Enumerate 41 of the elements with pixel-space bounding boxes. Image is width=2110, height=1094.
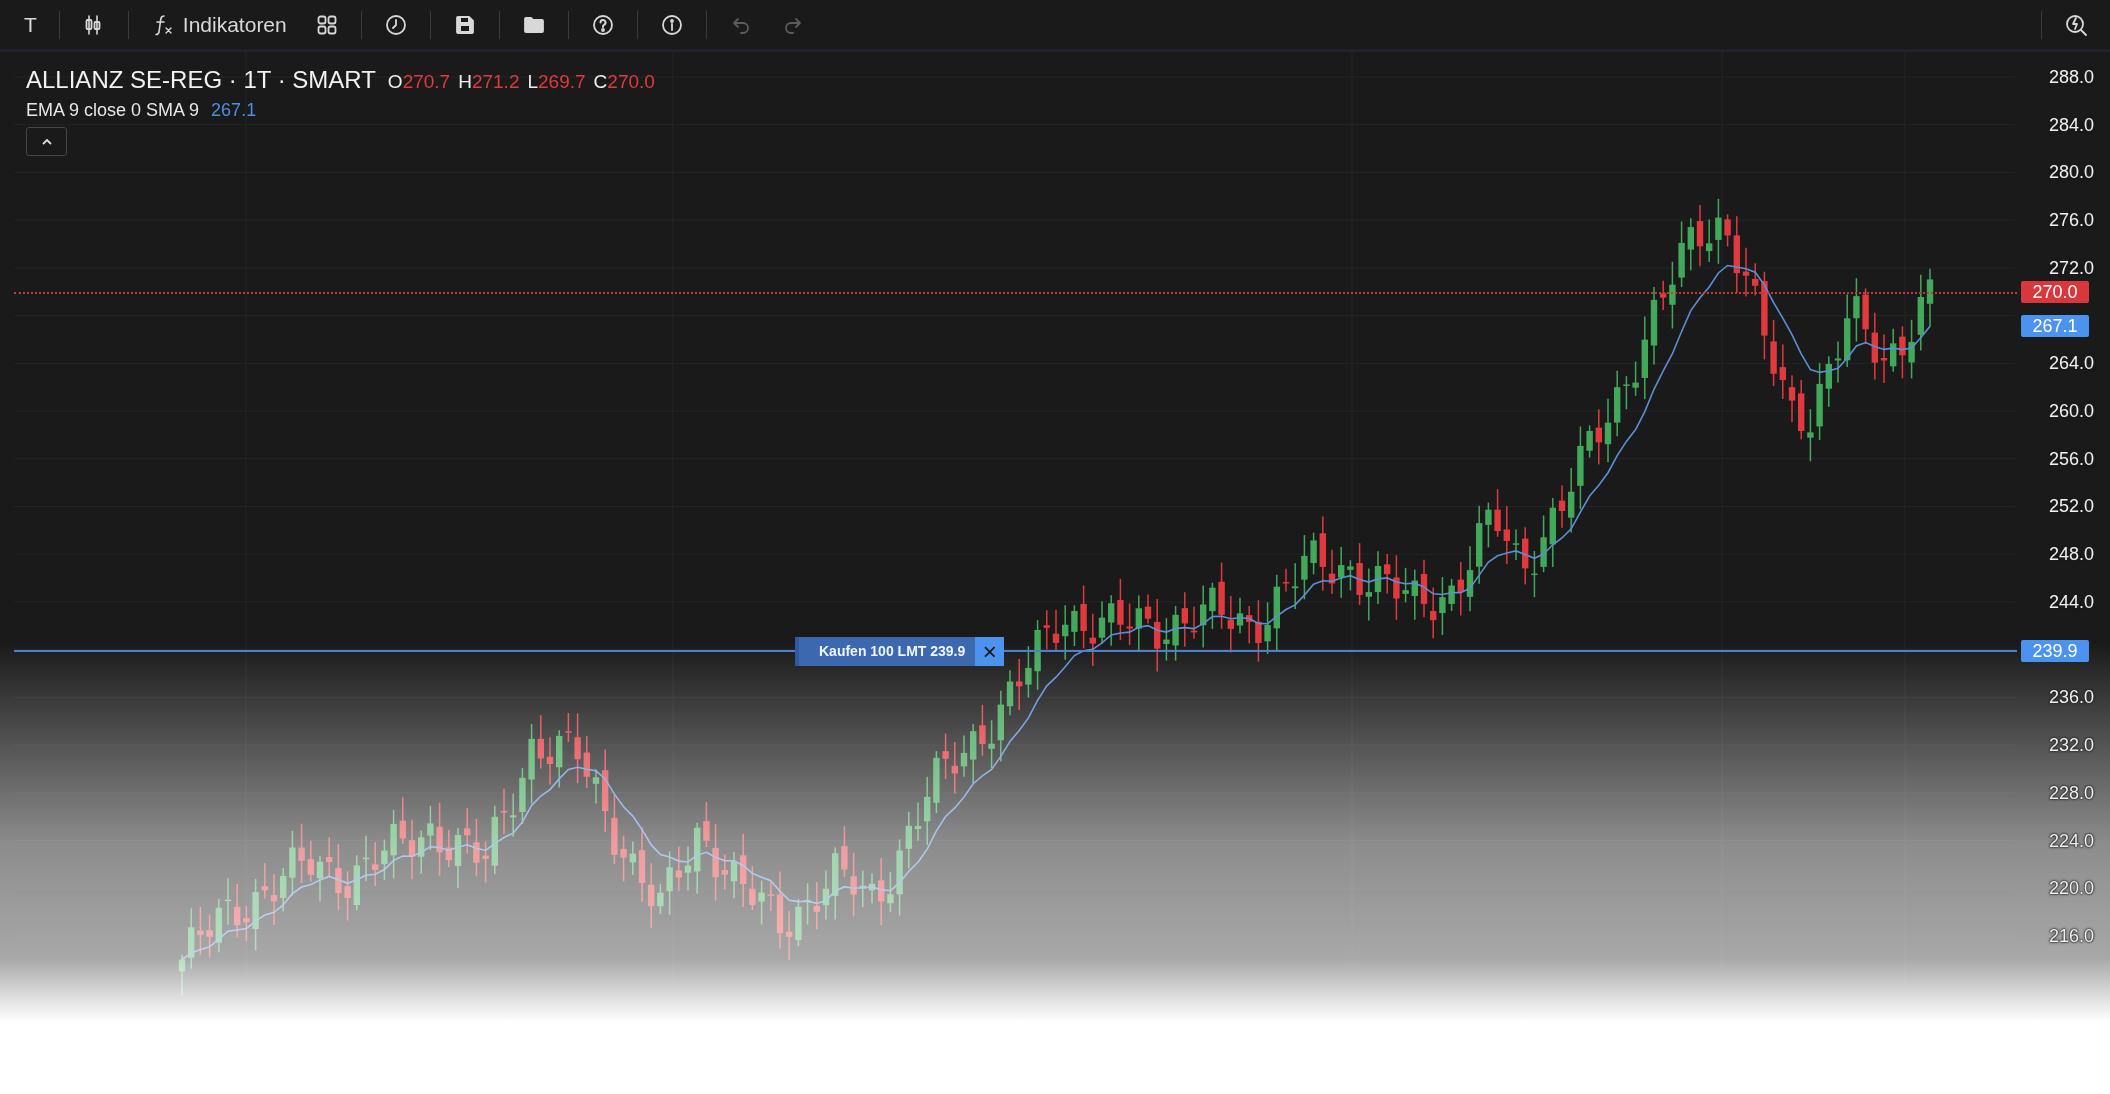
price-label: 244.0 [2047,590,2094,613]
info-icon [659,12,684,37]
collapse-button[interactable] [26,127,67,156]
indicator-name: EMA 9 close 0 SMA 9 [26,100,200,121]
price-label: 280.0 [2047,161,2094,184]
ohlc-value: 270.7 [402,71,451,93]
ohlc-label: O [387,71,403,93]
price-label: 284.0 [2047,113,2094,136]
ohlc-label: H [458,71,472,93]
order-label[interactable]: Kaufen 100 LMT 239.9 [795,636,976,666]
indicators-button[interactable]: Indikatoren [136,4,301,45]
price-label: 224.0 [2047,829,2094,852]
price-label: 232.0 [2047,734,2094,757]
lightning-magnifier-icon [2064,12,2088,37]
price-label: 256.0 [2047,447,2094,470]
text-tool-button[interactable]: T [10,4,51,45]
symbol-title: ALLIANZ SE-REG · 1T · SMART [26,66,376,94]
ohlc-label: L [527,71,539,93]
ohlc-value: 271.2 [471,71,520,93]
ohlc-value: 269.7 [538,71,586,93]
price-label: 260.0 [2047,400,2094,423]
price-label: 264.0 [2047,352,2094,375]
price-label: 288.0 [2047,66,2094,88]
close-button[interactable]: × [975,636,1005,666]
indicator-price-tag: 267.1 [2021,315,2089,338]
price-label: 220.0 [2047,877,2094,900]
ohlc-value: 270.0 [607,71,655,93]
price-label: 228.0 [2047,781,2094,804]
help-icon [590,12,615,37]
price-label: 276.0 [2047,209,2094,232]
price-label: 252.0 [2047,495,2094,518]
order-price-tag: 239.9 [2021,639,2089,662]
last-price-tag: 270.0 [2021,280,2089,303]
price-label: 272.0 [2047,256,2094,279]
clock-icon [383,12,408,37]
price-label: 236.0 [2047,686,2094,709]
ohlc-label: C [593,71,608,93]
price-label: 216.0 [2047,924,2094,947]
indicator-value: 267.1 [211,100,257,121]
chevron-up-icon [40,137,53,146]
price-label: 248.0 [2047,543,2094,566]
